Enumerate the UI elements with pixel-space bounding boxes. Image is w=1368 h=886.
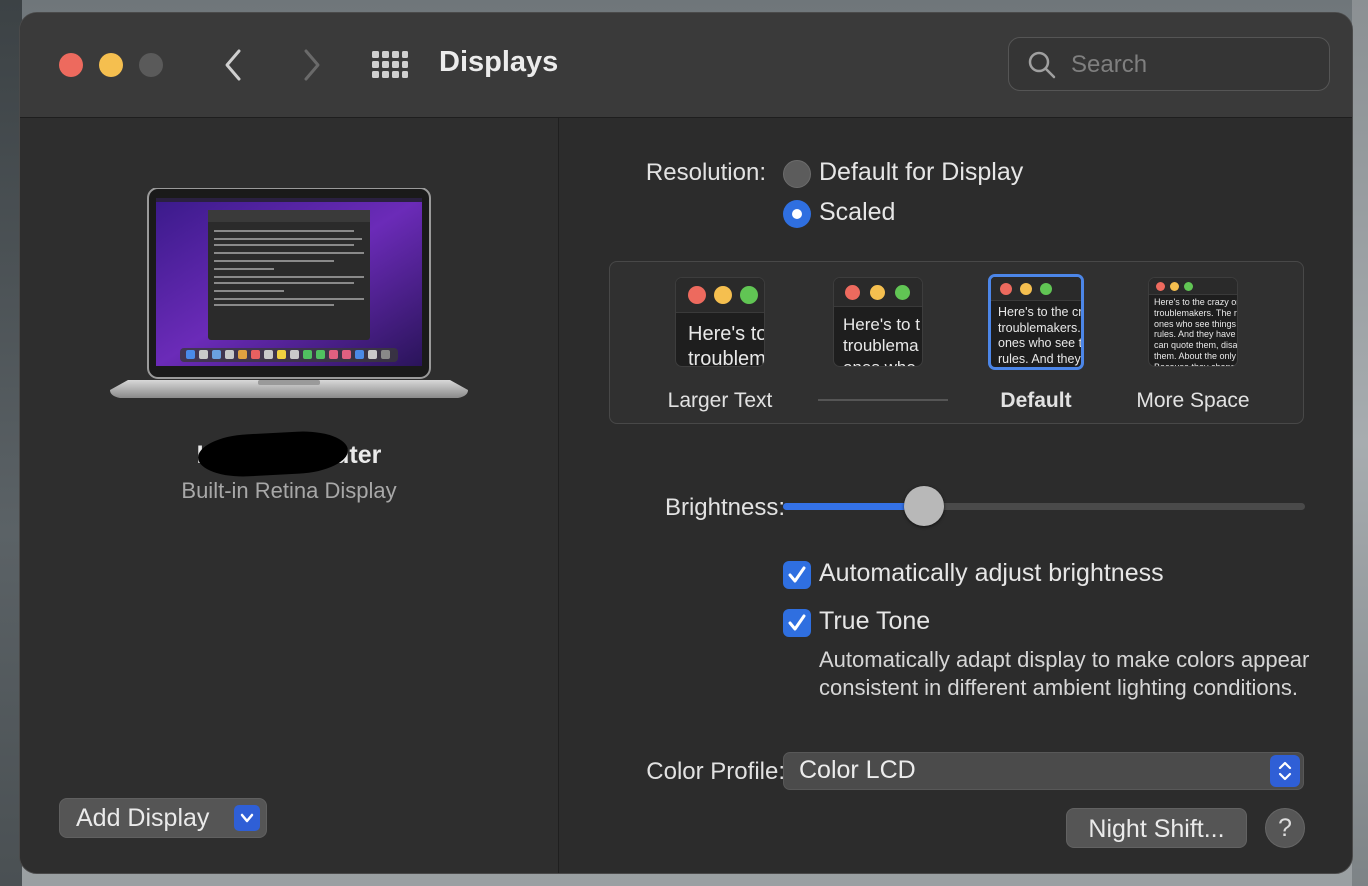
desktop-edge-right (1352, 0, 1368, 886)
scale-label-more-space: More Space (1136, 389, 1250, 412)
scale-preview-text: Here's to t troublema ones who (843, 315, 920, 367)
option-scaled[interactable]: Scaled (819, 198, 895, 227)
display-sidebar: Leon Computer Built-in Retina Display Ad… (20, 118, 559, 873)
minimize-button[interactable] (99, 53, 123, 77)
scale-options: Here's to troublem Here's to t troublema… (609, 261, 1304, 424)
back-button[interactable] (215, 43, 255, 87)
brightness-label: Brightness: (664, 494, 785, 521)
option-default-for-display[interactable]: Default for Display (819, 158, 1023, 187)
window-title: Displays (439, 46, 559, 78)
scale-larger-text[interactable]: Here's to troublem (675, 277, 765, 367)
night-shift-label: Night Shift... (1088, 815, 1225, 843)
zoom-button[interactable] (139, 53, 163, 77)
add-display-dropdown[interactable] (234, 805, 260, 831)
add-display-button[interactable]: Add Display (59, 798, 267, 838)
auto-brightness-checkbox[interactable] (783, 561, 811, 589)
auto-brightness-label[interactable]: Automatically adjust brightness (819, 559, 1164, 588)
radio-default-for-display[interactable] (783, 160, 811, 188)
scale-preview-text: Here's to the cr troublemakers. ones who… (998, 305, 1083, 366)
macbook-image (110, 188, 468, 398)
scale-preview-text: Here's to troublem (688, 323, 765, 367)
scale-option-2[interactable]: Here's to t troublema ones who (833, 277, 923, 367)
scale-preview-text: Here's to the crazy one troublemakers. T… (1154, 297, 1238, 367)
close-button[interactable] (59, 53, 83, 77)
up-down-chevron-icon (1278, 761, 1292, 781)
radio-scaled[interactable] (783, 200, 811, 228)
titlebar: Displays (20, 13, 1352, 118)
checkmark-icon (788, 614, 806, 631)
redaction-mark (197, 429, 349, 479)
true-tone-description: Automatically adapt display to make colo… (819, 647, 1310, 700)
add-display-label: Add Display (76, 804, 210, 832)
chevron-left-icon (225, 49, 241, 81)
forward-button[interactable] (290, 43, 330, 87)
scale-divider (818, 399, 948, 401)
true-tone-label[interactable]: True Tone (819, 607, 930, 636)
checkmark-icon (788, 566, 806, 583)
chevron-down-icon (240, 813, 254, 823)
scale-more-space[interactable]: Here's to the crazy one troublemakers. T… (1148, 277, 1238, 367)
search-icon (1028, 51, 1056, 79)
search-input[interactable] (1069, 48, 1313, 82)
color-profile-label: Color Profile: (646, 758, 785, 785)
resolution-label: Resolution: (645, 159, 766, 186)
display-settings: Resolution: Default for Display Scaled H… (559, 118, 1352, 873)
select-arrows (1270, 755, 1300, 787)
scale-label-larger-text: Larger Text (667, 389, 773, 412)
search-field[interactable] (1008, 37, 1330, 91)
true-tone-checkbox[interactable] (783, 609, 811, 637)
night-shift-button[interactable]: Night Shift... (1066, 808, 1247, 848)
display-type: Built-in Retina Display (181, 478, 397, 503)
chevron-right-icon (304, 49, 320, 81)
brightness-fill (783, 503, 924, 510)
grid-icon (372, 51, 408, 78)
scale-label-default: Default (1000, 389, 1072, 412)
scale-default[interactable]: Here's to the cr troublemakers. ones who… (988, 274, 1084, 370)
brightness-knob[interactable] (903, 486, 944, 526)
color-profile-value: Color LCD (799, 756, 916, 784)
show-all-button[interactable] (372, 51, 408, 79)
brightness-slider[interactable] (783, 486, 1305, 526)
displays-window: Displays Search Built-in Retina Display … (19, 12, 1353, 874)
color-profile-select[interactable]: Color LCD (783, 752, 1304, 790)
help-button[interactable]: ? (1265, 808, 1305, 848)
